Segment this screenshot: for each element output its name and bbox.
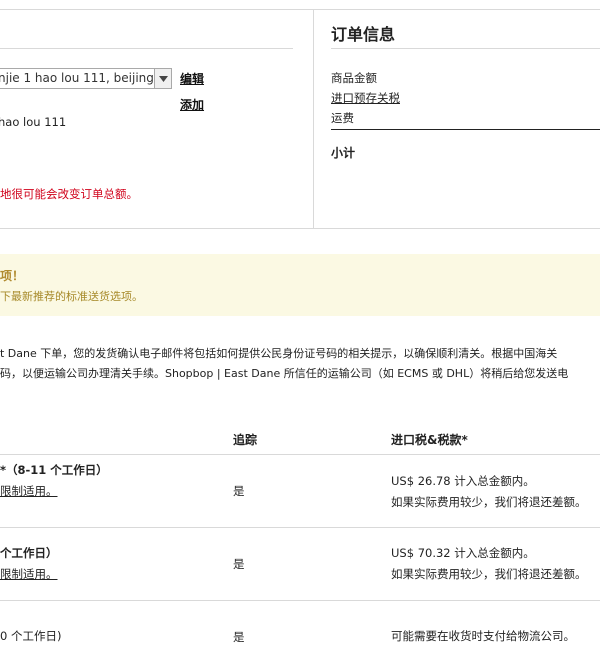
panel-divider <box>313 9 314 228</box>
notice-title: 项！ <box>0 269 25 283</box>
order-summary-title: 订单信息 <box>331 25 396 44</box>
address-warning: 地很可能会改变订单总额。 <box>0 187 138 201</box>
customs-info-line-1: t Dane 下单，您的发货确认电子邮件将包括如何提供公民身份证号码的相关提示，… <box>0 347 558 360</box>
shipping-option-name: 0 个工作日) <box>0 629 62 643</box>
shipping-option-name: 个工作日） <box>0 546 58 560</box>
section-divider <box>0 228 600 229</box>
shipping-notice: 项！ 下最新推荐的标准送货选项。 <box>0 254 600 316</box>
summary-row-duties[interactable]: 进口预存关税 <box>331 90 400 106</box>
table-header-divider <box>0 454 600 455</box>
tracking-value: 是 <box>233 557 245 571</box>
top-border <box>0 9 600 10</box>
add-address-link[interactable]: 添加 <box>180 96 204 113</box>
edit-address-link[interactable]: 编辑 <box>180 70 204 87</box>
tracking-value: 是 <box>233 630 245 644</box>
summary-subtotal-label: 小计 <box>331 146 356 160</box>
tax-line-2: 如果实际费用较少，我们将退还差额。 <box>391 495 587 509</box>
address-select[interactable]: njie 1 hao lou 111, beijing <box>0 68 172 89</box>
tax-line-1: US$ 26.78 计入总金额内。 <box>391 474 535 488</box>
address-line: hao lou 111 <box>0 115 67 129</box>
tax-line-1: US$ 70.32 计入总金额内。 <box>391 546 535 560</box>
notice-text: 下最新推荐的标准送货选项。 <box>0 290 143 303</box>
shipping-option-name: *（8-11 个工作日） <box>0 463 108 477</box>
customs-info-line-2: 码，以便运输公司办理清关手续。Shopbop | East Dane 所信任的运… <box>0 367 569 380</box>
summary-row-shipping: 运费 <box>331 111 354 125</box>
col-header-tax: 进口税&税款* <box>391 433 468 447</box>
summary-subtotal-divider <box>331 129 600 130</box>
row-divider <box>0 527 600 528</box>
col-header-tracking: 追踪 <box>233 433 258 447</box>
summary-row-subtotal: 商品金额 <box>331 71 377 85</box>
address-header-divider <box>0 48 293 49</box>
tax-line-2: 如果实际费用较少，我们将退还差额。 <box>391 567 587 581</box>
tax-line-1: 可能需要在收货时支付给物流公司。 <box>391 629 575 643</box>
tracking-value: 是 <box>233 484 245 498</box>
restriction-link[interactable]: 限制适用。 <box>0 566 58 582</box>
restriction-link[interactable]: 限制适用。 <box>0 483 58 499</box>
summary-header-divider <box>331 48 600 49</box>
address-select-value: njie 1 hao lou 111, beijing <box>0 71 154 85</box>
chevron-down-icon <box>154 69 171 88</box>
row-divider <box>0 600 600 601</box>
